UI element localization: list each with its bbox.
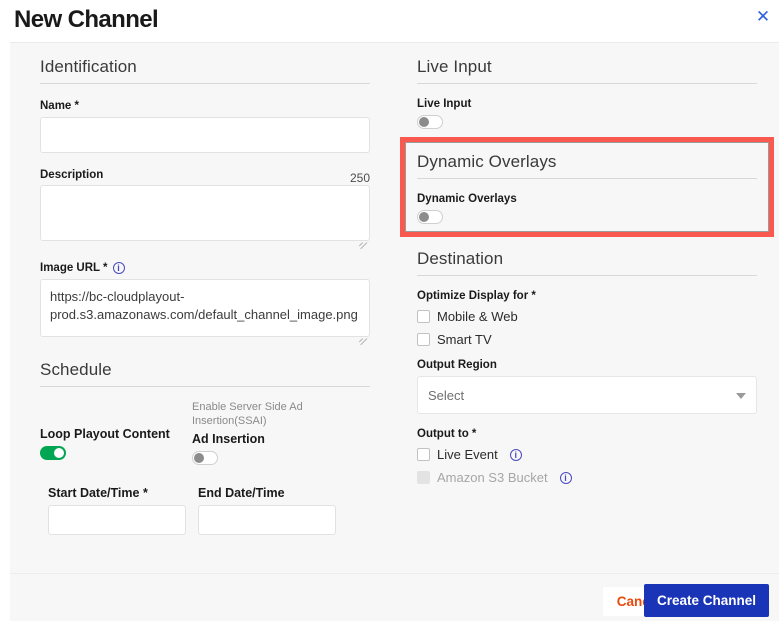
- create-channel-button[interactable]: Create Channel: [643, 584, 769, 617]
- section-title-schedule: Schedule: [40, 360, 112, 379]
- toggle-knob: [419, 212, 429, 222]
- live-input-toggle-group: Live Input: [417, 98, 757, 134]
- checkbox-amazon-s3-bucket: [417, 471, 430, 484]
- start-date-input[interactable]: [48, 504, 186, 535]
- new-channel-dialog: New Channel ✕ Identification Name * Desc…: [0, 0, 779, 621]
- toggle-knob: [419, 117, 429, 127]
- destination-section: Destination Optimize Display for * Mobil…: [417, 249, 757, 487]
- description-label: Description: [40, 169, 104, 181]
- page-title: New Channel: [14, 6, 159, 33]
- checkbox-label: Live Event: [437, 447, 498, 462]
- output-to-group: Output to * Live Event i Amazon S3 Bucke…: [417, 428, 757, 487]
- ad-insertion-hint: Enable Server Side Ad Insertion(SSAI): [192, 401, 303, 427]
- info-icon[interactable]: i: [112, 262, 125, 274]
- optimize-display-group: Optimize Display for * Mobile & Web Smar…: [417, 290, 757, 349]
- image-url-label: Image URL * i: [40, 262, 370, 274]
- section-title-identification: Identification: [40, 57, 137, 76]
- dynamic-overlays-toggle[interactable]: [417, 210, 443, 224]
- toggle-knob: [54, 448, 64, 458]
- name-field-group: Name *: [40, 100, 370, 153]
- divider: [40, 386, 370, 387]
- checkbox-label: Smart TV: [437, 332, 492, 347]
- dialog-header: New Channel ✕: [0, 0, 779, 42]
- output-region-select[interactable]: Select: [417, 376, 757, 414]
- toggle-knob: [194, 452, 204, 463]
- checkbox-label: Mobile & Web: [437, 309, 518, 324]
- info-icon[interactable]: i: [509, 448, 522, 461]
- ad-insertion-group: Enable Server Side Ad Insertion(SSAI) Ad…: [192, 401, 312, 470]
- live-input-section: Live Input Live Input: [417, 43, 757, 134]
- loop-playout-label: Loop Playout Content: [40, 427, 170, 441]
- loop-playout-group: Loop Playout Content: [40, 401, 192, 470]
- divider: [40, 83, 370, 84]
- checkbox-row-mobile-web[interactable]: Mobile & Web: [417, 307, 757, 326]
- end-date-group: End Date/Time: [198, 486, 336, 535]
- identification-section: Identification Name * Description 250 Im…: [40, 43, 370, 346]
- checkbox-label: Amazon S3 Bucket: [437, 470, 548, 485]
- checkbox-live-event[interactable]: [417, 448, 430, 461]
- checkbox-smart-tv[interactable]: [417, 333, 430, 346]
- ad-insertion-toggle[interactable]: [192, 450, 218, 465]
- dynamic-overlays-toggle-group: Dynamic Overlays: [417, 193, 757, 229]
- right-column: Live Input Live Input Dynamic Overlays D…: [417, 43, 757, 491]
- name-label: Name *: [40, 100, 79, 112]
- left-column: Identification Name * Description 250 Im…: [40, 43, 370, 535]
- description-textarea[interactable]: [40, 185, 370, 241]
- name-input[interactable]: [40, 117, 370, 153]
- info-icon[interactable]: i: [559, 471, 572, 484]
- dynamic-overlays-label: Dynamic Overlays: [417, 193, 517, 205]
- output-region-label: Output Region: [417, 359, 497, 371]
- divider: [417, 83, 757, 84]
- live-input-label: Live Input: [417, 98, 472, 110]
- start-date-label: Start Date/Time *: [48, 485, 148, 500]
- ad-insertion-label: Ad Insertion: [192, 431, 265, 446]
- close-icon[interactable]: ✕: [753, 7, 773, 27]
- checkbox-row-smart-tv[interactable]: Smart TV: [417, 330, 757, 349]
- start-date-group: Start Date/Time *: [48, 486, 186, 535]
- divider: [417, 178, 757, 179]
- description-field-group: Description 250: [40, 169, 370, 250]
- date-row: Start Date/Time * End Date/Time: [40, 486, 370, 535]
- loop-playout-toggle[interactable]: [40, 446, 66, 460]
- end-date-label: End Date/Time: [198, 485, 285, 500]
- schedule-toggles-row: Loop Playout Content Enable Server Side …: [40, 401, 370, 470]
- section-title-dynamic-overlays: Dynamic Overlays: [417, 152, 557, 171]
- schedule-section: Schedule Loop Playout Content Enable Ser…: [40, 360, 370, 535]
- description-char-counter: 250: [349, 171, 370, 185]
- image-url-field-group: Image URL * i: [40, 262, 370, 346]
- section-title-live-input: Live Input: [417, 57, 492, 76]
- output-region-selected-value: Select: [428, 387, 465, 403]
- output-region-group: Output Region Select: [417, 359, 757, 414]
- image-url-label-text: Image URL *: [40, 262, 108, 274]
- dialog-footer: Cancel Create Channel: [10, 573, 779, 621]
- live-input-toggle[interactable]: [417, 115, 443, 129]
- optimize-display-label: Optimize Display for *: [417, 290, 536, 302]
- section-title-destination: Destination: [417, 249, 504, 268]
- chevron-down-icon: [736, 393, 746, 399]
- output-to-label: Output to *: [417, 428, 477, 440]
- checkbox-mobile-web[interactable]: [417, 310, 430, 323]
- end-date-input[interactable]: [198, 504, 336, 535]
- divider: [417, 275, 757, 276]
- checkbox-row-amazon-s3-bucket: Amazon S3 Bucket i: [417, 468, 757, 487]
- dialog-body: Identification Name * Description 250 Im…: [10, 42, 779, 573]
- checkbox-row-live-event[interactable]: Live Event i: [417, 445, 757, 464]
- image-url-textarea[interactable]: [40, 279, 370, 337]
- dynamic-overlays-section: Dynamic Overlays Dynamic Overlays: [417, 152, 757, 229]
